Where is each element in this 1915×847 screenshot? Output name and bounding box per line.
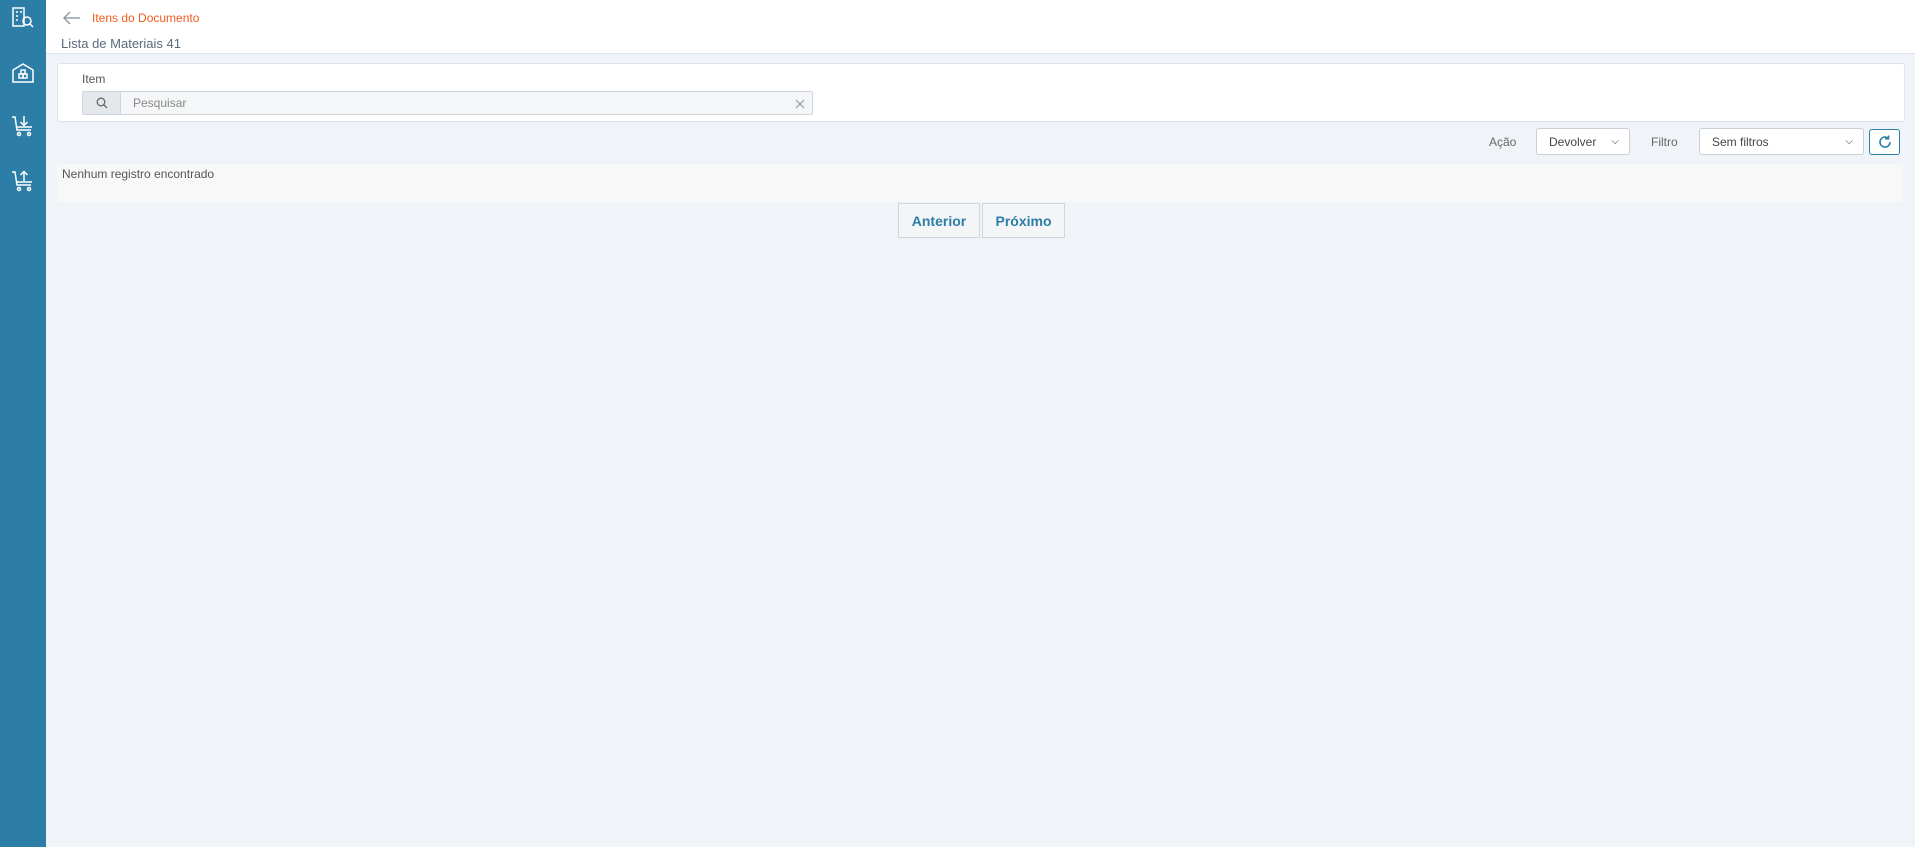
next-button[interactable]: Próximo	[982, 203, 1065, 238]
refresh-button[interactable]	[1869, 129, 1900, 155]
cart-upload-icon[interactable]	[11, 169, 35, 193]
filter-label: Filtro	[1651, 135, 1678, 149]
search-panel: Item	[57, 63, 1905, 122]
warehouse-icon[interactable]	[11, 61, 35, 85]
search-icon	[83, 92, 121, 114]
cart-download-icon[interactable]	[11, 114, 35, 138]
chevron-down-icon: ⌵	[1845, 136, 1853, 147]
action-label: Ação	[1489, 135, 1517, 149]
clear-icon[interactable]	[794, 97, 806, 109]
empty-message: Nenhum registro encontrado	[62, 167, 215, 181]
filter-select-value: Sem filtros	[1712, 134, 1769, 149]
back-arrow-icon[interactable]	[62, 9, 82, 27]
search-field	[82, 91, 813, 115]
results-list: Nenhum registro encontrado	[57, 164, 1903, 202]
search-input[interactable]	[121, 92, 781, 114]
chevron-down-icon: ⌵	[1611, 136, 1619, 147]
page-header: Itens do Documento Lista de Materiais 41	[46, 0, 1915, 54]
action-select[interactable]: Devolver ⌵	[1536, 128, 1630, 155]
building-search-icon[interactable]	[11, 6, 35, 30]
sidebar	[0, 0, 46, 847]
filter-select[interactable]: Sem filtros ⌵	[1699, 128, 1864, 155]
page-title: Lista de Materiais 41	[61, 36, 181, 51]
refresh-icon	[1878, 135, 1891, 148]
action-select-value: Devolver	[1549, 134, 1597, 149]
item-field-label: Item	[82, 72, 106, 86]
previous-button[interactable]: Anterior	[898, 203, 980, 238]
breadcrumb[interactable]: Itens do Documento	[92, 11, 199, 25]
